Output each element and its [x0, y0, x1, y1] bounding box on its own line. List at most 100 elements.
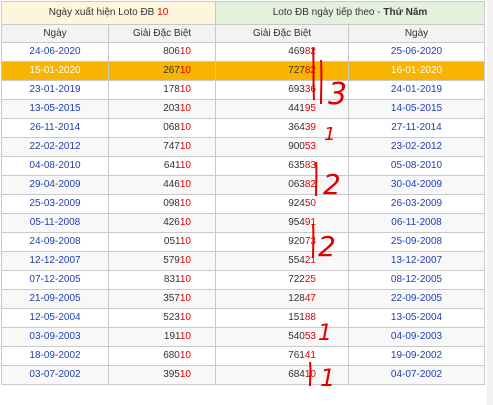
prize-prefix: 831 [163, 274, 180, 285]
draw-date: 13-05-2015 [1, 99, 109, 119]
col-prize-1: Giải Đặc Biệt [108, 24, 216, 43]
prize-prefix: 954 [288, 217, 305, 228]
prize-prefix: 924 [288, 198, 305, 209]
prize-prefix: 395 [163, 369, 180, 380]
prize-suffix: 10 [179, 331, 191, 342]
draw-date: 25-03-2009 [1, 194, 109, 214]
prize-prefix: 554 [288, 255, 305, 266]
prize-prefix: 098 [163, 198, 180, 209]
special-prize: 74710 [108, 137, 216, 157]
prize-prefix: 693 [288, 84, 305, 95]
draw-date: 24-09-2008 [1, 232, 109, 252]
prize-prefix: 469 [288, 46, 305, 57]
header-left-value: 10 [157, 7, 169, 18]
next-special-prize: 06382 [215, 175, 349, 195]
draw-date: 12-12-2007 [1, 251, 109, 271]
draw-date: 18-09-2002 [1, 346, 109, 366]
draw-date: 12-05-2004 [1, 308, 109, 328]
draw-date: 03-07-2002 [1, 365, 109, 385]
next-date: 04-07-2002 [347, 365, 486, 385]
prize-suffix: 10 [179, 179, 191, 190]
table-row: 03-07-2002 39510 68410 04-07-2002 [1, 365, 486, 385]
prize-suffix: 91 [304, 217, 316, 228]
table-row: 12-12-2007 57910 55421 13-12-2007 [1, 251, 486, 271]
next-date: 13-12-2007 [347, 251, 486, 271]
prize-prefix: 900 [288, 141, 305, 152]
prize-prefix: 267 [163, 65, 180, 76]
special-prize: 42610 [108, 213, 216, 233]
col-prize-2: Giải Đặc Biệt [215, 24, 349, 43]
prize-suffix: 10 [179, 312, 191, 323]
prize-suffix: 82 [304, 46, 316, 57]
next-date: 06-11-2008 [347, 213, 486, 233]
special-prize: 26710 [108, 61, 216, 81]
prize-suffix: 25 [304, 274, 316, 285]
prize-suffix: 10 [179, 369, 191, 380]
table-row: 07-12-2005 83110 72225 08-12-2005 [1, 270, 486, 290]
table-row: 25-03-2009 09810 92450 26-03-2009 [1, 194, 486, 214]
next-special-prize: 72782 [215, 61, 349, 81]
prize-suffix: 36 [304, 84, 316, 95]
prize-suffix: 10 [304, 369, 316, 380]
next-special-prize: 63583 [215, 156, 349, 176]
special-prize: 20310 [108, 99, 216, 119]
prize-suffix: 10 [179, 160, 191, 171]
prize-suffix: 10 [179, 350, 191, 361]
prize-suffix: 10 [179, 293, 191, 304]
prize-prefix: 426 [163, 217, 180, 228]
special-prize: 09810 [108, 194, 216, 214]
table-row: 23-01-2019 17810 69336 24-01-2019 [1, 80, 486, 100]
table-row: 26-11-2014 06810 36439 27-11-2014 [1, 118, 486, 138]
prize-suffix: 10 [179, 141, 191, 152]
next-date: 23-02-2012 [347, 137, 486, 157]
prize-suffix: 10 [179, 255, 191, 266]
header-right: Loto ĐB ngày tiếp theo - Thứ Năm [214, 1, 486, 25]
table-row: 21-09-2005 35710 12847 22-09-2005 [1, 289, 486, 309]
prize-prefix: 446 [163, 179, 180, 190]
prize-suffix: 88 [304, 312, 316, 323]
draw-date: 05-11-2008 [1, 213, 109, 233]
prize-suffix: 10 [179, 65, 191, 76]
special-prize: 68010 [108, 346, 216, 366]
prize-prefix: 068 [163, 122, 180, 133]
draw-date: 04-08-2010 [1, 156, 109, 176]
special-prize: 17810 [108, 80, 216, 100]
next-special-prize: 46982 [215, 42, 349, 62]
prize-suffix: 10 [179, 122, 191, 133]
next-date: 24-01-2019 [347, 80, 486, 100]
prize-prefix: 920 [288, 236, 305, 247]
draw-date: 15-01-2020 [1, 61, 109, 81]
next-special-prize: 69336 [215, 80, 349, 100]
table-row: 13-05-2015 20310 44195 14-05-2015 [1, 99, 486, 119]
next-date: 27-11-2014 [347, 118, 486, 138]
table-row: 24-06-2020 80610 46982 25-06-2020 [1, 42, 486, 62]
prize-suffix: 95 [304, 103, 316, 114]
header-right-label: Loto ĐB ngày tiếp theo - [272, 7, 384, 18]
prize-suffix: 10 [179, 84, 191, 95]
prize-prefix: 722 [288, 274, 305, 285]
scrollbar[interactable] [487, 0, 493, 405]
special-prize: 35710 [108, 289, 216, 309]
next-date: 08-12-2005 [347, 270, 486, 290]
prize-suffix: 83 [304, 160, 316, 171]
next-date: 19-09-2002 [347, 346, 486, 366]
draw-date: 24-06-2020 [1, 42, 109, 62]
draw-date: 26-11-2014 [1, 118, 109, 138]
table-row: 12-05-2004 52310 15188 13-05-2004 [1, 308, 486, 328]
next-date: 30-04-2009 [347, 175, 486, 195]
prize-suffix: 82 [304, 179, 316, 190]
table-row: 18-09-2002 68010 76141 19-09-2002 [1, 346, 486, 366]
prize-suffix: 10 [179, 236, 191, 247]
next-date: 25-09-2008 [347, 232, 486, 252]
draw-date: 03-09-2003 [1, 327, 109, 347]
header-right-day: Thứ Năm [383, 7, 428, 18]
next-date: 05-08-2010 [347, 156, 486, 176]
prize-prefix: 178 [163, 84, 180, 95]
prize-suffix: 82 [304, 65, 316, 76]
special-prize: 05110 [108, 232, 216, 252]
table-row: 24-09-2008 05110 92073 25-09-2008 [1, 232, 486, 252]
draw-date: 21-09-2005 [1, 289, 109, 309]
prize-suffix: 10 [179, 198, 191, 209]
loto-table: Ngày xuất hiện Loto ĐB 10 Loto ĐB ngày t… [1, 1, 486, 385]
draw-date: 29-04-2009 [1, 175, 109, 195]
